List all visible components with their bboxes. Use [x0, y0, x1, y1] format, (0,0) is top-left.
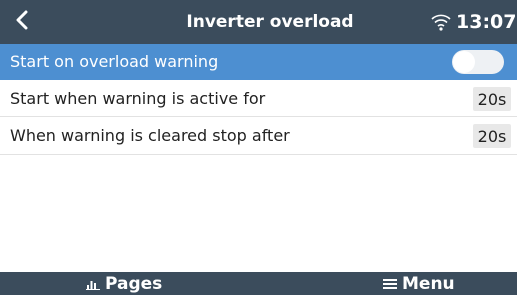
hamburger-icon: [383, 278, 397, 290]
setting-row-stop-after[interactable]: When warning is cleared stop after 20s: [0, 117, 517, 155]
back-button[interactable]: [10, 10, 34, 34]
screen: Inverter overload 13:07 Start on overloa…: [0, 0, 517, 295]
setting-label: Start on overload warning: [10, 52, 219, 71]
setting-row-active-for[interactable]: Start when warning is active for 20s: [0, 80, 517, 117]
menu-button[interactable]: Menu: [383, 272, 455, 295]
value-field[interactable]: 20s: [473, 87, 511, 111]
footer-bar: Pages Menu: [0, 272, 517, 295]
clock: 13:07: [456, 11, 517, 33]
header-bar: Inverter overload 13:07: [0, 0, 517, 44]
page-title: Inverter overload: [186, 12, 354, 32]
value-field[interactable]: 20s: [473, 124, 511, 148]
chevron-left-icon: [15, 10, 29, 34]
menu-label: Menu: [402, 273, 455, 294]
setting-row-start-on-overload[interactable]: Start on overload warning: [0, 44, 517, 80]
setting-label: Start when warning is active for: [10, 88, 266, 108]
toggle-knob: [453, 51, 475, 73]
bar-chart-icon: [86, 278, 100, 290]
setting-label: When warning is cleared stop after: [10, 126, 290, 145]
wifi-icon: [430, 12, 452, 32]
settings-list: Start on overload warning Start when war…: [0, 44, 517, 155]
pages-label: Pages: [105, 273, 163, 294]
toggle-switch[interactable]: [452, 50, 504, 74]
pages-button[interactable]: Pages: [86, 272, 162, 295]
